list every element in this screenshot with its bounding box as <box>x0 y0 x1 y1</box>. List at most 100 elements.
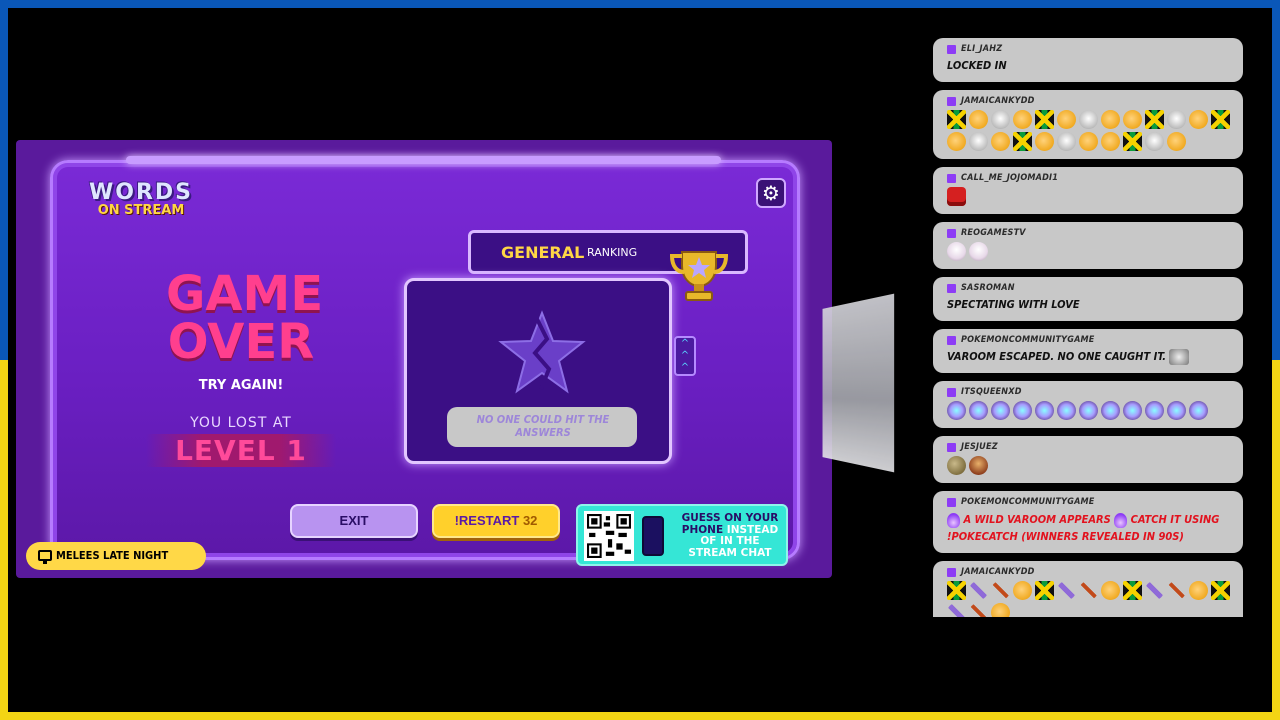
emote-face-icon <box>991 110 1010 129</box>
emote-anime-icon <box>947 242 966 261</box>
phone-icon <box>642 516 664 556</box>
emote-face-icon <box>969 132 988 151</box>
chat-text: CATCH IT USING <box>1130 513 1220 526</box>
emote-hand-icon <box>1101 132 1120 151</box>
emote-wolf-icon <box>969 456 988 475</box>
game-over-title: GAME OVER <box>166 266 324 370</box>
ranking-general: GENERAL <box>501 243 585 262</box>
chat-user: POKEMONCOMMUNITYGAME <box>947 335 1231 345</box>
emote-hand-icon <box>1101 110 1120 129</box>
chat-username: JAMAICANKYDD <box>961 567 1035 577</box>
emote-hand-icon <box>947 132 966 151</box>
top-rail <box>126 156 721 164</box>
chat-text: LOCKED IN <box>947 59 1007 72</box>
emote-jm-icon <box>947 581 966 600</box>
emote-jm-icon <box>1211 110 1230 129</box>
emote-mic-icon <box>991 581 1010 600</box>
chat-text: VAROOM ESCAPED. NO ONE CAUGHT IT. <box>947 350 1166 363</box>
chat-text: !POKECATCH (WINNERS REVEALED IN 90S) <box>947 530 1184 543</box>
chat-text: SPECTATING WITH LOVE <box>947 298 1080 311</box>
emote-gun-icon <box>969 581 988 600</box>
restart-button[interactable]: !RESTART 32 <box>432 504 560 538</box>
chat-username: JAMAICANKYDD <box>961 96 1035 106</box>
chat-emotes <box>947 110 1231 151</box>
chat-text-line: A WILD VAROOM APPEARS CATCH IT USING !PO… <box>947 511 1231 545</box>
emote-poke-icon <box>1123 401 1142 420</box>
emote-face-icon <box>1079 110 1098 129</box>
twitch-icon <box>947 283 956 293</box>
emote-hand-icon <box>969 110 988 129</box>
emote-jm-icon <box>1035 110 1054 129</box>
emote-hand-icon <box>1123 110 1142 129</box>
emote-hand-icon <box>1189 110 1208 129</box>
chat-user: POKEMONCOMMUNITYGAME <box>947 497 1231 507</box>
chat-user: JAMAICANKYDD <box>947 567 1231 577</box>
chat-message: ELI_JAHZ LOCKED IN <box>933 38 1243 82</box>
restart-label: !RESTART <box>454 513 520 528</box>
guess-line-4: STREAM CHAT <box>688 546 772 559</box>
emote-jm-icon <box>1013 132 1032 151</box>
chat-message: JESJUEZ <box>933 436 1243 483</box>
logo-words: WORDS <box>88 180 193 205</box>
guess-phone: PHONE <box>681 523 724 536</box>
phone-guess-card[interactable]: GUESS ON YOUR PHONE INSTEAD OF IN THE ST… <box>576 504 788 566</box>
webcam-feed <box>822 293 895 473</box>
game-logo: WORDS ON STREAM <box>76 180 206 244</box>
emote-jm-icon <box>1123 581 1142 600</box>
emote-poke-icon <box>1189 401 1208 420</box>
fire-icon <box>1114 512 1128 528</box>
chat-username: JESJUEZ <box>961 442 998 452</box>
twitch-icon <box>947 442 956 452</box>
emote-poke-icon <box>1013 401 1032 420</box>
chat-message: CALL_ME_JOJOMADI1 <box>933 167 1243 214</box>
gear-icon[interactable]: ⚙ <box>756 178 786 208</box>
exit-button[interactable]: EXIT <box>290 504 418 538</box>
chat-emotes <box>947 456 1231 475</box>
emote-poke-icon <box>1057 401 1076 420</box>
chat-emotes <box>947 581 1231 617</box>
twitch-icon <box>947 44 956 54</box>
emote-hand-icon <box>991 603 1010 617</box>
stream-title-badge: MELEES LATE NIGHT STREAM <box>26 542 206 590</box>
emote-meat-icon <box>947 187 966 206</box>
emote-mic-icon <box>1079 581 1098 600</box>
fire-icon <box>947 512 960 528</box>
emote-face-icon <box>1167 110 1186 129</box>
emote-gun-icon <box>1057 581 1076 600</box>
chat-user: REOGAMESTV <box>947 228 1231 238</box>
emote-anime-icon <box>969 242 988 261</box>
level-label: LEVEL 1 <box>146 434 336 467</box>
chat-username: ELI_JAHZ <box>961 44 1003 54</box>
chat-user: SASROMAN <box>947 283 1231 293</box>
chat-panel: ELI_JAHZ LOCKED IN JAMAICANKYDD CALL_ME_… <box>933 38 1243 617</box>
phone-guess-text: GUESS ON YOUR PHONE INSTEAD OF IN THE ST… <box>674 512 786 559</box>
guess-instead: INSTEAD <box>723 523 779 536</box>
chat-user: ITSQUEENXD <box>947 387 1231 397</box>
emote-poke-icon <box>1101 401 1120 420</box>
emote-jm-icon <box>1211 581 1230 600</box>
emote-hand-icon <box>1167 132 1186 151</box>
emote-mic-icon <box>969 603 988 617</box>
twitch-icon <box>947 567 956 577</box>
chat-username: CALL_ME_JOJOMADI1 <box>961 173 1059 183</box>
emote-jm-icon <box>1035 581 1054 600</box>
chat-username: REOGAMESTV <box>961 228 1026 238</box>
emote-jm-icon <box>947 110 966 129</box>
twitch-icon <box>947 497 956 507</box>
logo-on-stream: ON STREAM <box>97 203 185 218</box>
emote-gun-icon <box>947 603 966 617</box>
emote-icon <box>1169 349 1190 365</box>
monitor-icon <box>38 550 52 564</box>
side-chevrons: ^ ^ ^ <box>674 336 696 376</box>
chat-message: JAMAICANKYDD <box>933 561 1243 617</box>
try-again-label: TRY AGAIN! <box>198 378 284 393</box>
chat-emotes <box>947 187 1231 206</box>
emote-gun-icon <box>1145 581 1164 600</box>
emote-poke-icon <box>991 401 1010 420</box>
restart-count: 32 <box>522 513 538 528</box>
chat-text: A WILD VAROOM APPEARS <box>963 513 1111 526</box>
emote-hand-icon <box>991 132 1010 151</box>
qr-code[interactable] <box>584 511 634 561</box>
chat-message: SASROMAN SPECTATING WITH LOVE <box>933 277 1243 321</box>
chat-message: JAMAICANKYDD <box>933 90 1243 159</box>
